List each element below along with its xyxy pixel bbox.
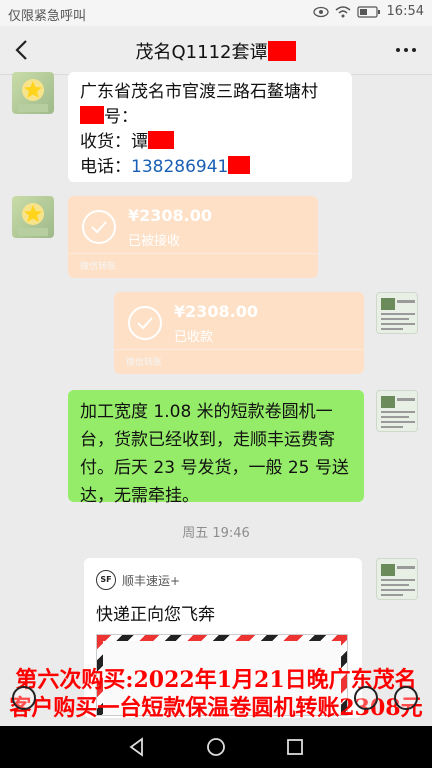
my-avatar[interactable] [376, 558, 418, 600]
address-line: 广东省茂名市官渡三路石鳌塘村 [80, 82, 318, 102]
eye-icon [312, 6, 329, 17]
more-options-icon[interactable] [396, 48, 416, 52]
my-avatar[interactable] [376, 292, 418, 334]
clock: 16:54 [386, 4, 424, 19]
status-bar: 仅限紧急呼叫 16:54 [0, 0, 432, 26]
message-text: 加工宽度 1.08 米的短款卷圆机一台，货款已经收到，走顺丰运费寄付。后天 23… [80, 402, 349, 506]
transfer-amount: ¥2308.00 [174, 302, 259, 321]
redaction-box [268, 41, 297, 61]
transfer-footer: 微信转账 [80, 262, 117, 272]
nav-home-icon[interactable] [205, 736, 227, 758]
add-icon[interactable] [394, 686, 418, 710]
message-timestamp: 周五 19:46 [182, 526, 250, 541]
nav-recents-icon[interactable] [284, 736, 306, 758]
voice-toggle-icon[interactable] [12, 686, 36, 710]
house-number-line: 号： [80, 105, 340, 130]
recipient-line: 收货：谭 [80, 130, 340, 155]
recipient-label: 收货：谭 [80, 132, 148, 152]
chat-title-text: 茂名Q1112套谭 [135, 42, 268, 63]
sf-brand: 顺丰速运+ [122, 573, 181, 588]
sf-logo-icon: SF [96, 570, 116, 590]
phone-line: 电话：138286941 [80, 155, 340, 180]
sf-card-title: 快递正向您飞奔 [96, 605, 215, 625]
emoji-icon[interactable] [354, 686, 378, 710]
redaction-box [148, 131, 174, 149]
redaction-box [228, 156, 251, 174]
sf-card-header: SF 顺丰速运+ [96, 570, 180, 590]
nav-back-icon[interactable] [126, 736, 148, 758]
divider [68, 253, 318, 254]
chat-title: 茂名Q1112套谭 [0, 38, 432, 64]
my-avatar[interactable] [376, 390, 418, 432]
address-message: 广东省茂名市官渡三路石鳌塘村 号： 收货：谭 电话：138286941 [68, 72, 352, 182]
contact-avatar[interactable] [12, 196, 54, 238]
transfer-received-card[interactable]: ¥2308.00 已收款 微信转账 [114, 292, 364, 374]
checkmark-icon [128, 306, 162, 340]
phone-number[interactable]: 138286941 [131, 157, 228, 177]
status-icons: 16:54 [312, 4, 424, 19]
wifi-icon [335, 5, 351, 17]
transfer-status: 已被接收 [128, 234, 181, 249]
transfer-status: 已收款 [174, 330, 214, 345]
carrier-text: 仅限紧急呼叫 [8, 9, 87, 24]
system-nav-bar [0, 726, 432, 768]
phone-label: 电话： [80, 157, 131, 177]
transfer-footer: 微信转账 [126, 358, 163, 368]
divider [114, 349, 364, 350]
contact-avatar[interactable] [12, 72, 54, 114]
checkmark-icon [82, 210, 116, 244]
battery-icon [356, 5, 380, 18]
transfer-amount: ¥2308.00 [128, 206, 213, 225]
house-number-suffix: 号： [104, 107, 138, 127]
redaction-box [80, 106, 104, 124]
transfer-accepted-card[interactable]: ¥2308.00 已被接收 微信转账 [68, 196, 318, 278]
chat-header: 茂名Q1112套谭 [0, 26, 432, 75]
sent-text-message: 加工宽度 1.08 米的短款卷圆机一台，货款已经收到，走顺丰运费寄付。后天 23… [68, 390, 364, 506]
